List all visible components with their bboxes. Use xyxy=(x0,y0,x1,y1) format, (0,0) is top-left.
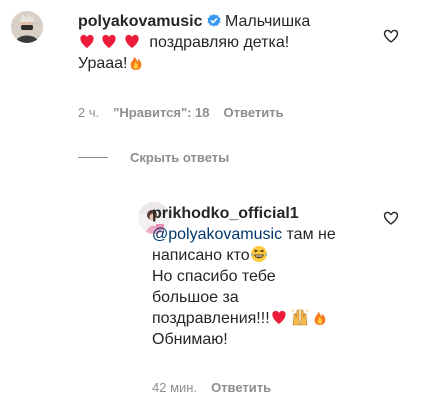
reply-text-2: написано кто xyxy=(152,247,250,264)
reply-text-5: поздравления!!! xyxy=(152,310,270,327)
hide-replies-button[interactable]: Скрыть ответы xyxy=(78,150,229,165)
reply-button[interactable]: Ответить xyxy=(224,105,284,120)
comment-text-3: Урааа! xyxy=(78,55,128,72)
reply-time[interactable]: 42 мин. xyxy=(152,380,197,395)
comment-time[interactable]: 2 ч. xyxy=(78,105,99,120)
reply-meta: 42 мин. Ответить xyxy=(152,380,285,396)
comment-meta: 2 ч. "Нравится": 18 Ответить xyxy=(78,105,298,121)
reply-text-1: там не xyxy=(282,226,336,243)
red-heart-icon xyxy=(123,32,141,50)
comment-text-2: поздравляю детка! xyxy=(149,34,290,51)
raising-hands-icon xyxy=(291,308,309,326)
reply-text-4: большое за xyxy=(152,289,239,306)
reply-button[interactable]: Ответить xyxy=(211,380,271,395)
reply-text-3: Но спасибо тебе xyxy=(152,268,276,285)
reply-text-6: Обнимаю! xyxy=(152,331,228,348)
red-heart-icon xyxy=(78,32,96,50)
hide-replies-label: Скрыть ответы xyxy=(130,150,230,165)
fire-icon xyxy=(311,308,329,326)
reply-username[interactable]: prikhodko_official1 xyxy=(152,205,299,222)
laughing-face-icon xyxy=(250,245,268,263)
divider-line xyxy=(78,157,108,158)
comment-likes[interactable]: "Нравится": 18 xyxy=(113,105,209,120)
comment-body: polyakovamusic Мальчишка поздравляю детк… xyxy=(78,11,388,74)
comment-text-1: Мальчишка xyxy=(224,13,311,30)
verified-badge-icon xyxy=(207,13,221,27)
red-heart-icon xyxy=(100,32,118,50)
red-heart-icon xyxy=(270,308,288,326)
like-heart-icon[interactable] xyxy=(383,28,399,44)
reply-mention[interactable]: @polyakovamusic xyxy=(152,226,282,243)
like-heart-icon[interactable] xyxy=(383,210,399,226)
comment-username[interactable]: polyakovamusic xyxy=(78,13,203,30)
fire-icon xyxy=(127,53,145,71)
avatar[interactable] xyxy=(11,11,43,43)
reply-body: prikhodko_official1 @polyakovamusic там … xyxy=(152,203,382,350)
